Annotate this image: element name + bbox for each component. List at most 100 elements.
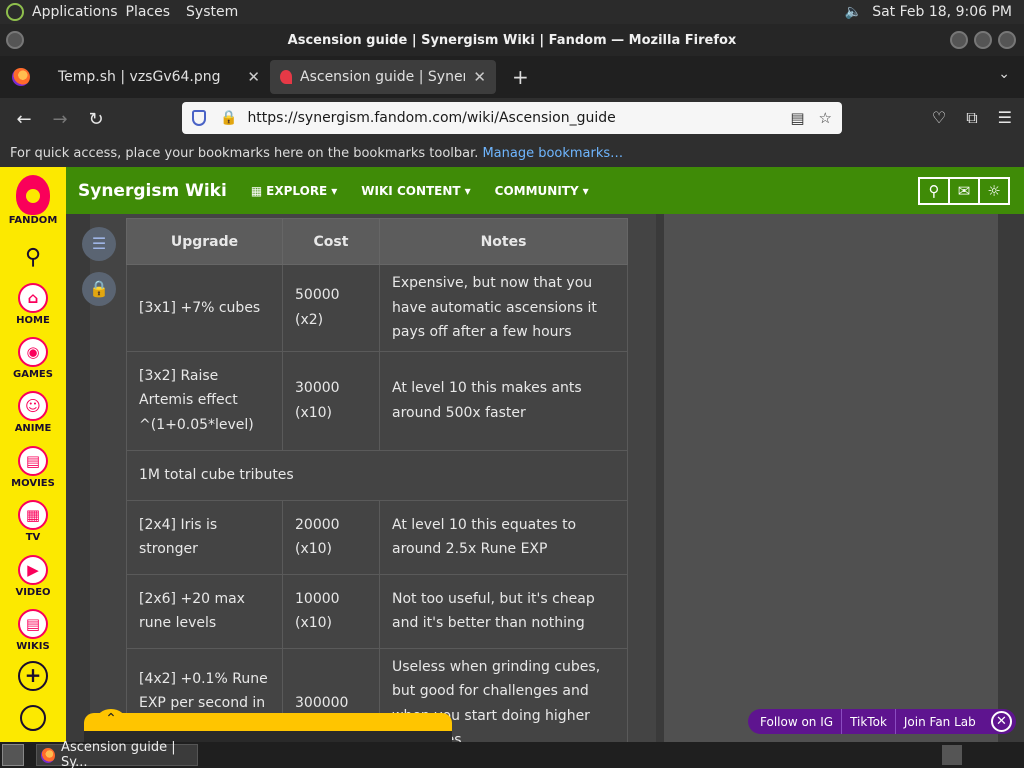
- chevron-down-icon[interactable]: ⌄: [998, 66, 1010, 82]
- divider: [841, 709, 843, 734]
- bookmarks-toolbar: For quick access, place your bookmarks h…: [0, 140, 1024, 167]
- close-window-button[interactable]: [998, 31, 1016, 49]
- close-icon[interactable]: ✕: [247, 68, 260, 86]
- window-menu-button[interactable]: [6, 31, 24, 49]
- bottom-taskbar: Ascension guide | Sy...: [0, 740, 1024, 768]
- firefox-view-icon[interactable]: [12, 68, 30, 86]
- wiki-content-menu[interactable]: WIKI CONTENT ▾: [361, 184, 470, 198]
- notes-cell: Not too useful, but it's cheap and it's …: [379, 573, 628, 649]
- create-wiki-button[interactable]: +: [0, 661, 66, 691]
- url-text[interactable]: https://synergism.fandom.com/wiki/Ascens…: [247, 110, 615, 126]
- window-title-bar: Ascension guide | Synergism Wiki | Fando…: [0, 24, 1024, 56]
- clock[interactable]: Sat Feb 18, 9:06 PM: [872, 4, 1012, 20]
- rail-label: HOME: [16, 315, 50, 326]
- table-header-row: Upgrade Cost Notes: [126, 218, 628, 265]
- chevron-down-icon: ▾: [331, 183, 338, 198]
- applications-label: Applications: [32, 4, 118, 20]
- rail-item-home[interactable]: ⌂ HOME: [0, 283, 66, 326]
- bookmark-star-icon[interactable]: ☆: [819, 109, 832, 127]
- divider: [894, 709, 896, 734]
- wiki-content-label: WIKI CONTENT: [361, 183, 461, 198]
- taskbar-window-button[interactable]: Ascension guide | Sy...: [36, 740, 198, 768]
- firefox-tray-icon[interactable]: [942, 745, 962, 765]
- table-row: [3x2] Raise Artemis effect ^(1+0.05*leve…: [126, 350, 628, 451]
- tab-label: Temp.sh | vzsGv64.png: [58, 69, 221, 85]
- explore-label: EXPLORE: [266, 183, 328, 198]
- cost-cell: 20000 (x10): [282, 499, 380, 575]
- toc-list-icon[interactable]: ☰: [82, 227, 116, 261]
- table-row: [2x4] Iris is stronger 20000 (x10) At le…: [126, 499, 628, 575]
- discussions-icon[interactable]: ✉: [948, 177, 980, 205]
- rail-item-video[interactable]: ▶ VIDEO: [0, 555, 66, 598]
- rail-label: GAMES: [13, 369, 53, 380]
- theme-toggle-icon[interactable]: ☼: [978, 177, 1010, 205]
- rail-label: VIDEO: [15, 587, 51, 598]
- back-arrow-icon[interactable]: ←: [6, 109, 42, 130]
- chevron-up-icon[interactable]: ⌃: [96, 709, 126, 733]
- explore-icon: ▦: [250, 183, 263, 198]
- tab-temp-sh[interactable]: Temp.sh | vzsGv64.png ✕: [42, 60, 270, 94]
- rail-label: TV: [25, 532, 41, 543]
- fandom-brand-label: FANDOM: [8, 215, 58, 226]
- home-icon: ⌂: [18, 283, 48, 313]
- reload-icon[interactable]: ↻: [78, 109, 114, 130]
- upgrade-cell: [3x2] Raise Artemis effect ^(1+0.05*leve…: [126, 350, 283, 451]
- explore-menu[interactable]: ▦ EXPLORE ▾: [251, 184, 337, 198]
- manage-bookmarks-link[interactable]: Manage bookmarks…: [482, 146, 623, 161]
- close-icon[interactable]: ✕: [473, 68, 486, 86]
- maximize-button[interactable]: [974, 31, 992, 49]
- url-bar[interactable]: 🔒 https://synergism.fandom.com/wiki/Asce…: [182, 102, 842, 134]
- fandom-logo[interactable]: FANDOM: [0, 167, 66, 226]
- applications-menu[interactable]: Applications: [0, 3, 118, 21]
- shield-icon[interactable]: [192, 110, 206, 126]
- tab-ascension-guide[interactable]: Ascension guide | Synergism Wiki ✕: [270, 60, 496, 94]
- new-tab-button[interactable]: +: [512, 65, 529, 89]
- fandom-global-nav: FANDOM ⚲ ⌂ HOME ◉ GAMES ☺ ANIME ▤ MOVIES…: [0, 167, 66, 742]
- close-icon[interactable]: ✕: [991, 711, 1012, 732]
- community-menu[interactable]: COMMUNITY ▾: [495, 184, 589, 198]
- section-span-cell: 1M total cube tributes: [126, 449, 628, 501]
- rail-item-wikis[interactable]: ▤ WIKIS: [0, 609, 66, 652]
- minimize-button[interactable]: [950, 31, 968, 49]
- pocket-icon[interactable]: ♡: [932, 108, 946, 128]
- lock-icon[interactable]: 🔒: [82, 272, 116, 306]
- rail-item-tv[interactable]: ▦ TV: [0, 500, 66, 543]
- user-account-button[interactable]: [0, 705, 66, 731]
- plus-icon: +: [18, 661, 48, 691]
- user-icon: [20, 705, 46, 731]
- chevron-down-icon: ▾: [464, 183, 471, 198]
- wiki-name[interactable]: Synergism Wiki: [78, 181, 227, 201]
- search-icon[interactable]: ⚲: [918, 177, 950, 205]
- cost-cell: 50000 (x2): [282, 264, 380, 352]
- search-icon[interactable]: ⚲: [0, 245, 66, 270]
- show-desktop-button[interactable]: [2, 744, 24, 766]
- system-menu[interactable]: System: [178, 4, 246, 20]
- table-row: [2x6] +20 max rune levels 10000 (x10) No…: [126, 573, 628, 649]
- social-follow-bar: Follow on IG TikTok Join Fan Lab ✕: [748, 709, 1016, 734]
- table-row: 1M total cube tributes: [126, 449, 628, 501]
- clapper-icon: ▤: [18, 446, 48, 476]
- rail-item-games[interactable]: ◉ GAMES: [0, 337, 66, 380]
- upgrade-cell: [2x6] +20 max rune levels: [126, 573, 283, 649]
- hamburger-menu-icon[interactable]: ☰: [998, 108, 1012, 128]
- reader-view-icon[interactable]: ▤: [790, 109, 804, 127]
- fan-lab-link[interactable]: Join Fan Lab: [904, 715, 976, 729]
- tiktok-link[interactable]: TikTok: [850, 715, 887, 729]
- rail-label: ANIME: [14, 423, 52, 434]
- anime-face-icon: ☺: [18, 391, 48, 421]
- rail-item-anime[interactable]: ☺ ANIME: [0, 391, 66, 434]
- extensions-icon[interactable]: ⧉: [966, 108, 977, 128]
- chevron-down-icon: ▾: [582, 183, 589, 198]
- speaker-icon[interactable]: 🔈: [845, 4, 862, 20]
- forward-arrow-icon[interactable]: →: [42, 109, 78, 130]
- follow-ig-link[interactable]: Follow on IG: [760, 715, 833, 729]
- lock-icon[interactable]: 🔒: [220, 110, 237, 126]
- cost-cell: 30000 (x10): [282, 350, 380, 451]
- rail-item-movies[interactable]: ▤ MOVIES: [0, 446, 66, 489]
- window-title: Ascension guide | Synergism Wiki | Fando…: [287, 32, 737, 48]
- places-menu[interactable]: Places: [118, 4, 179, 20]
- fandom-flame-icon: [16, 175, 50, 215]
- community-label: COMMUNITY: [494, 183, 579, 198]
- wiki-header: Synergism Wiki ▦ EXPLORE ▾ WIKI CONTENT …: [66, 167, 1024, 214]
- bottom-drawer-bar[interactable]: ⌃: [84, 709, 452, 733]
